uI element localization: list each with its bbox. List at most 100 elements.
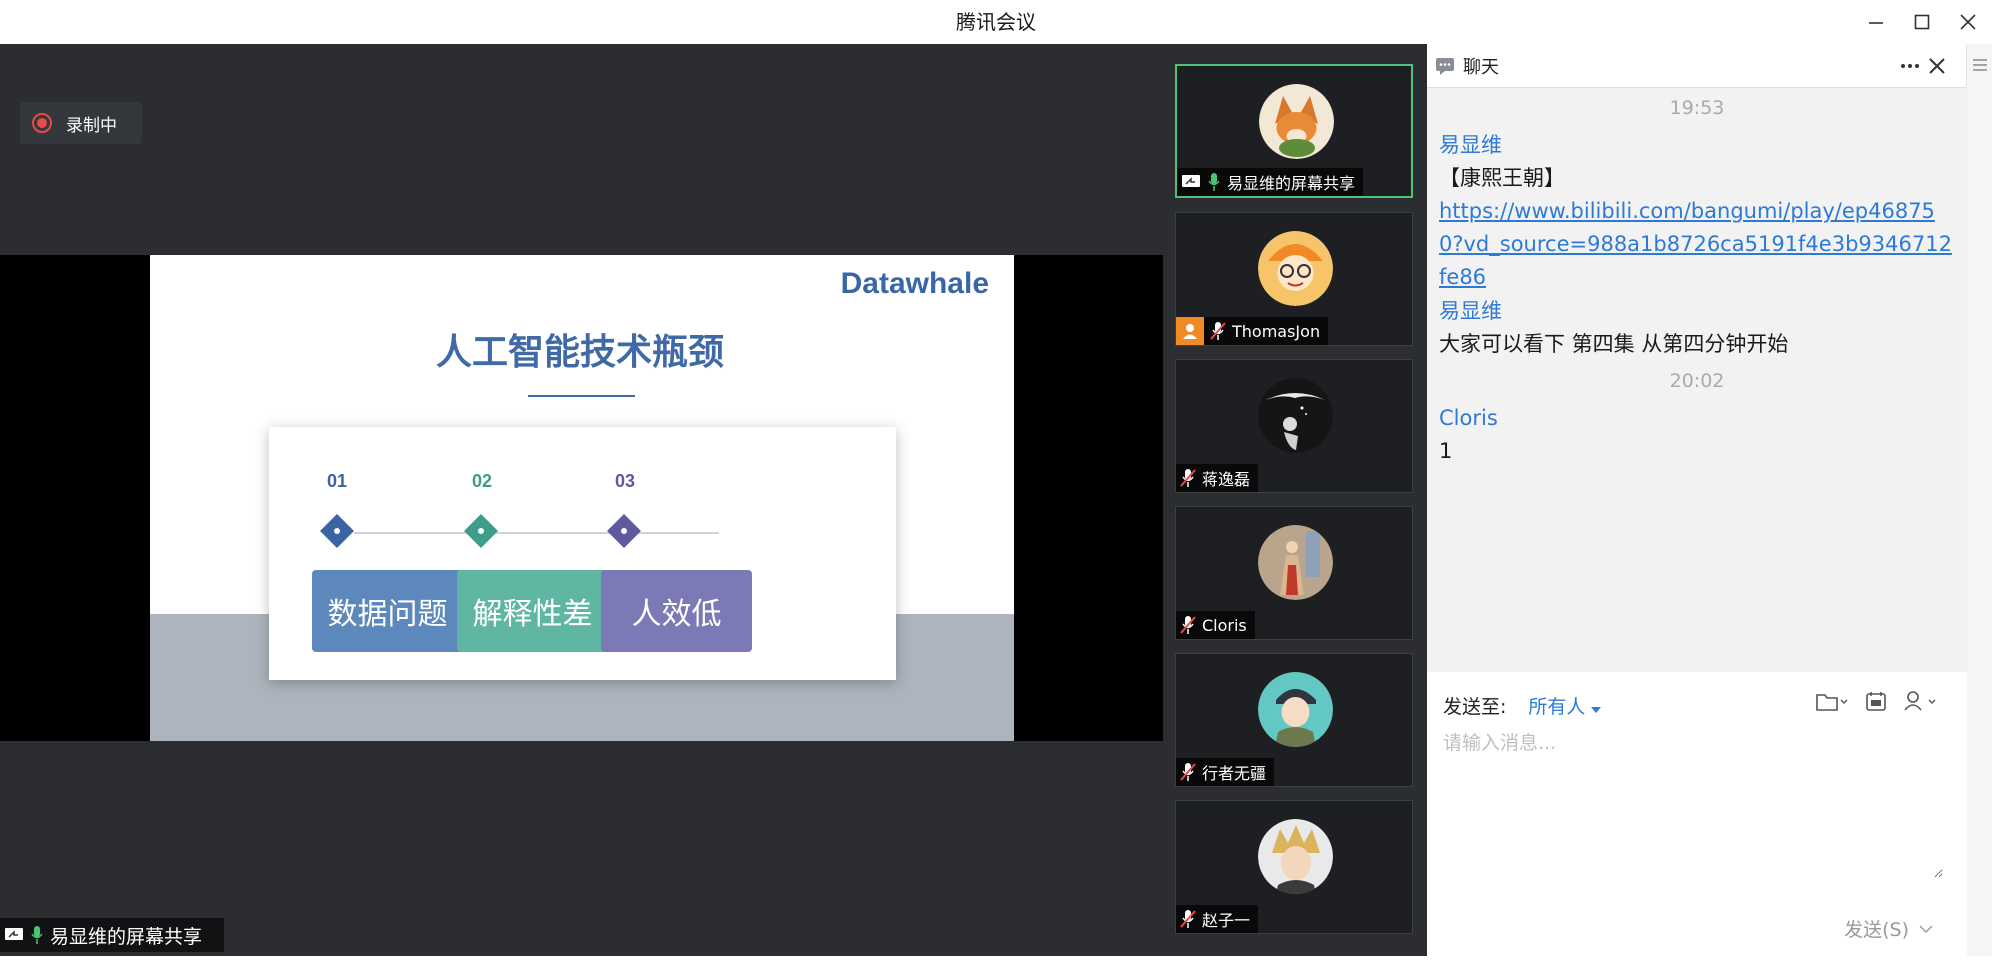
announcement-button[interactable] (1865, 690, 1887, 716)
participant-name: 易显维的屏幕共享 (1227, 174, 1356, 193)
maximize-button[interactable] (1904, 6, 1940, 38)
participant-name: ThomasJon (1232, 321, 1321, 341)
participant-tag: 行者无疆 (1176, 758, 1275, 786)
participant-tile[interactable]: 蒋逸磊 (1175, 359, 1413, 493)
permissions-button[interactable] (1903, 690, 1937, 716)
more-options-button[interactable] (1899, 56, 1921, 80)
slide-title: 人工智能技术瓶颈 (435, 332, 724, 373)
mic-off-icon (1180, 468, 1196, 488)
mic-off-icon (1180, 762, 1196, 782)
screen-share-label: 易显维的屏幕共享 (0, 918, 224, 952)
participant-name: 蒋逸磊 (1202, 470, 1251, 489)
close-icon (1960, 14, 1976, 30)
message-time: 20:02 (1669, 370, 1725, 392)
message-link[interactable]: https://www.bilibili.com/bangumi/play/ep… (1439, 195, 1955, 294)
message-text: 1 (1439, 439, 1453, 463)
chevron-down-icon (1591, 707, 1602, 713)
screen-share-icon (1181, 173, 1201, 191)
step-number-1: 01 (327, 471, 348, 491)
message-sender[interactable]: 易显维 (1439, 128, 1955, 162)
message-text: 【康熙王朝】 (1439, 166, 1565, 190)
chat-title: 聊天 (1463, 56, 1499, 78)
step-box-3: 人效低 (601, 570, 752, 652)
participant-tile[interactable]: 行者无疆 (1175, 653, 1413, 787)
message-input[interactable] (1443, 728, 1943, 878)
participant-tag: 蒋逸磊 (1176, 464, 1259, 492)
step-diamond-3 (607, 514, 641, 548)
woman-avatar (1258, 525, 1333, 600)
mic-on-icon (31, 926, 43, 944)
compose-tools (1815, 690, 1937, 716)
close-chat-button[interactable] (1927, 56, 1947, 80)
mic-off-icon (1180, 615, 1196, 635)
recipient-select[interactable]: 所有人 (1528, 692, 1602, 719)
participant-tile[interactable]: 赵子一 (1175, 800, 1413, 934)
message-sender[interactable]: Cloris (1439, 401, 1955, 435)
chat-panel: 聊天 19:53 易显维 【康熙王朝】 https://www.bilibili… (1427, 44, 1992, 956)
minimize-icon (1869, 22, 1883, 24)
step-diamond-2 (464, 514, 498, 548)
participant-name: 赵子一 (1202, 911, 1251, 930)
title-underline (528, 395, 635, 397)
screen-share-stage: 录制中 Datawhale 人工智能技术瓶颈 01 数据问题 02 解释性差 0… (0, 44, 1163, 956)
sidebar-toggle[interactable] (1966, 44, 1992, 956)
presentation-slide: Datawhale 人工智能技术瓶颈 01 数据问题 02 解释性差 03 人效… (150, 255, 1014, 741)
timeline-line (354, 532, 719, 534)
participant-tag: Cloris (1176, 611, 1255, 639)
participant-tag: 赵子一 (1176, 905, 1259, 933)
screen-share-owner: 易显维的屏幕共享 (50, 925, 203, 948)
participant-name: 行者无疆 (1202, 764, 1267, 783)
more-icon (1901, 64, 1919, 68)
step-number-2: 02 (472, 471, 493, 491)
step-number-3: 03 (615, 471, 636, 491)
message-sender[interactable]: 易显维 (1439, 294, 1955, 328)
folder-icon (1816, 694, 1848, 711)
chevron-down-icon (1919, 925, 1933, 934)
fox-avatar (1259, 84, 1334, 159)
mic-off-icon (1180, 909, 1196, 929)
blond-hero-avatar (1258, 819, 1333, 894)
shared-screen: Datawhale 人工智能技术瓶颈 01 数据问题 02 解释性差 03 人效… (0, 255, 1163, 741)
close-window-button[interactable] (1950, 6, 1986, 38)
send-to: 发送至: 所有人 (1443, 692, 1602, 719)
close-icon (1929, 58, 1945, 74)
screen-share-icon (5, 928, 23, 940)
slide-brand: Datawhale (840, 267, 989, 300)
participant-tag: 易显维的屏幕共享 (1177, 168, 1364, 196)
participant-list: 易显维的屏幕共享 ThomasJon 蒋逸磊 Cloris 行者无疆 赵子一 (1163, 44, 1427, 956)
send-button[interactable]: 发送(S) (1844, 915, 1909, 942)
host-icon (1176, 317, 1204, 345)
user-settings-icon (1904, 691, 1936, 711)
recording-indicator[interactable]: 录制中 (20, 102, 142, 144)
participant-tile[interactable]: 易显维的屏幕共享 (1175, 64, 1413, 198)
slide-card: 01 数据问题 02 解释性差 03 人效低 (269, 427, 896, 680)
participant-tile[interactable]: Cloris (1175, 506, 1413, 640)
record-icon (32, 113, 52, 133)
maximize-icon (1914, 14, 1930, 30)
file-button[interactable] (1815, 690, 1849, 716)
mic-off-icon (1210, 321, 1226, 341)
title-bar: 腾讯会议 (0, 0, 1992, 44)
step-box-2: 解释性差 (457, 570, 608, 652)
menu-icon (1973, 59, 1987, 71)
step-diamond-1 (320, 514, 354, 548)
send-options-button[interactable] (1919, 919, 1933, 938)
participant-tile[interactable]: ThomasJon (1175, 212, 1413, 346)
participant-tag: ThomasJon (1176, 317, 1329, 345)
mic-on-icon (1207, 172, 1221, 192)
tiger-avatar (1258, 231, 1333, 306)
minimize-button[interactable] (1858, 6, 1894, 38)
announcement-icon (1866, 692, 1886, 711)
message-list: 19:53 易显维 【康熙王朝】 https://www.bilibili.co… (1427, 88, 1967, 716)
window-title: 腾讯会议 (956, 10, 1036, 34)
participant-name: Cloris (1202, 615, 1247, 635)
message-time: 19:53 (1669, 97, 1725, 119)
compose-area: 发送至: 所有人 发送(S) (1427, 672, 1967, 956)
message-text: 大家可以看下 第四集 从第四分钟开始 (1439, 332, 1789, 356)
step-box-1: 数据问题 (312, 570, 463, 652)
anime-boy-avatar (1258, 672, 1333, 747)
recording-label: 录制中 (66, 115, 117, 136)
send-to-label: 发送至: (1443, 696, 1507, 718)
chat-icon (1436, 57, 1454, 75)
dark-sketch-avatar (1258, 378, 1333, 453)
